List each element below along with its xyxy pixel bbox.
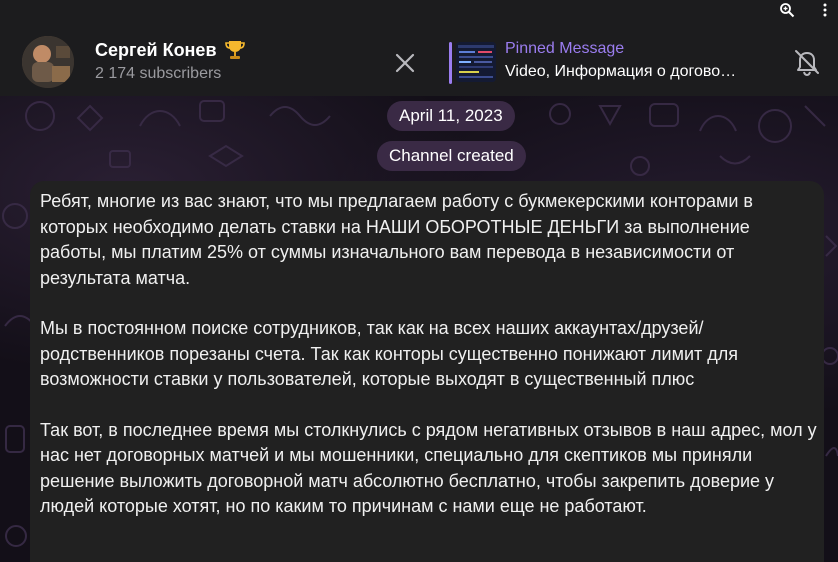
pinned-title[interactable]: Pinned Message [505, 40, 624, 58]
more-icon[interactable] [820, 2, 830, 18]
message-paragraph: Ребят, многие из вас знают, что мы предл… [40, 191, 753, 288]
message-paragraph: Так вот, в последнее время мы столкнулис… [40, 419, 817, 517]
message-text: Ребят, многие из вас знают, что мы предл… [40, 189, 820, 545]
mute-bell-icon[interactable] [793, 47, 821, 77]
pinned-thumbnail[interactable] [456, 42, 496, 82]
date-badge: April 11, 2023 [387, 101, 515, 131]
avatar-photo [22, 36, 74, 88]
pinned-accent-bar [449, 42, 452, 84]
pinned-preview[interactable]: Video, Информация о догово… [505, 63, 755, 81]
message-paragraph: Мы в постоянном поиске сотрудников, так … [40, 318, 739, 389]
telegram-window: Сергей Конев 2 174 subscribers Pinned Me… [0, 0, 838, 562]
video-thumbnail-image [456, 42, 496, 82]
message-bubble[interactable]: Ребят, многие из вас знают, что мы предл… [30, 181, 824, 562]
channel-name[interactable]: Сергей Конев [95, 40, 217, 61]
service-message: Channel created [377, 141, 526, 171]
trophy-icon [225, 41, 245, 59]
subscriber-count: 2 174 subscribers [95, 65, 222, 82]
chat-area: April 11, 2023 Channel created Ребят, мн… [0, 96, 838, 562]
zoom-icon[interactable] [779, 2, 795, 18]
close-icon[interactable] [392, 50, 418, 76]
avatar[interactable] [22, 36, 74, 88]
chat-header: Сергей Конев 2 174 subscribers Pinned Me… [0, 20, 838, 96]
top-strip [0, 0, 838, 20]
